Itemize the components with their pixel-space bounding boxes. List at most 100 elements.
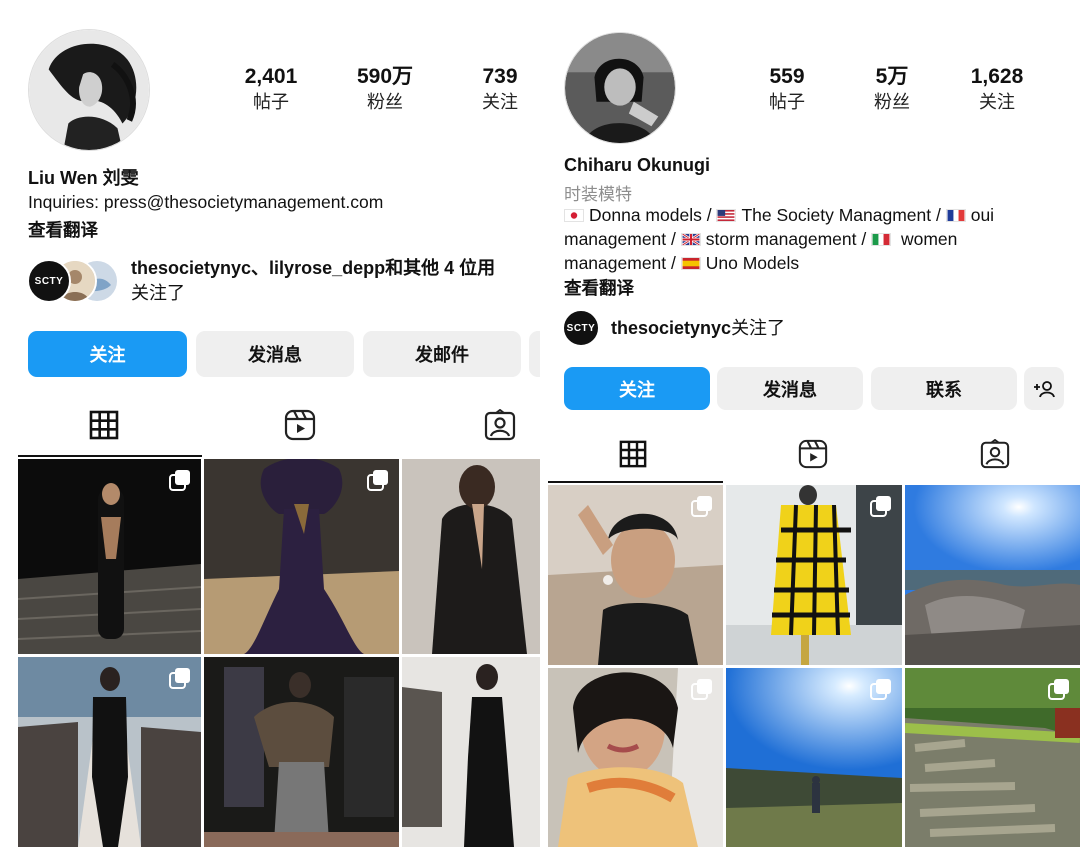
profile-avatar[interactable]	[564, 32, 676, 144]
profile-avatar[interactable]	[28, 29, 150, 151]
followed-by-text[interactable]: thesocietynyc、lilyrose_depp和其他 4 位用 关注了	[131, 256, 495, 306]
followed-by-line2: 关注了	[131, 283, 185, 303]
france-flag-icon	[945, 209, 966, 222]
grid-post[interactable]	[204, 459, 399, 654]
followers-count: 590万	[356, 65, 414, 88]
bio-agency-women-cont: management /	[564, 253, 681, 273]
bio-agency-society: The Society Managment /	[741, 205, 946, 225]
right-profile-panel: 559 帖子 5万 粉丝 1,628 关注 Chiharu Okunugi 时装…	[548, 0, 1080, 864]
posts-label: 帖子	[769, 92, 805, 112]
spain-flag-icon	[680, 257, 701, 270]
posts-stat[interactable]: 2,401 帖子	[216, 64, 326, 114]
followed-by-suffix: 关注了	[731, 318, 786, 338]
multi-image-icon	[870, 679, 891, 700]
grid-icon	[619, 440, 647, 468]
bio-agency-women: women	[896, 229, 958, 249]
profile-bio: Inquiries: press@thesocietymanagement.co…	[28, 190, 383, 214]
scty-avatar: SCTY	[27, 259, 71, 303]
tab-reels[interactable]	[214, 403, 386, 447]
bio-line: Donna models / The Society Managment / o…	[564, 203, 994, 227]
following-stat[interactable]: 1,628 关注	[942, 64, 1052, 114]
active-tab-indicator	[18, 455, 202, 457]
posts-stat[interactable]: 559 帖子	[732, 64, 842, 114]
followers-label: 粉丝	[874, 92, 910, 112]
following-stat[interactable]: 739 关注	[445, 64, 540, 114]
multi-image-icon	[169, 470, 190, 491]
tab-posts-grid[interactable]	[548, 434, 718, 474]
followers-count: 5万	[875, 65, 909, 88]
grid-post[interactable]	[548, 485, 723, 665]
italy-flag-icon	[871, 233, 892, 246]
grid-post[interactable]	[18, 459, 201, 654]
profile-name: Liu Wen 刘雯	[28, 168, 139, 188]
follow-button[interactable]: 关注	[564, 367, 710, 410]
grid-post[interactable]	[402, 657, 540, 847]
bio-line: management / storm management / women	[564, 227, 994, 251]
following-count: 739	[482, 65, 518, 88]
followed-by-user: thesocietynyc	[611, 318, 732, 338]
see-translation-link[interactable]: 查看翻译	[28, 217, 98, 242]
bio-agency-oui-cont: management /	[564, 229, 681, 249]
followed-by-users: thesocietynyc、lilyrose_depp	[131, 258, 386, 278]
tab-tagged[interactable]	[910, 434, 1080, 474]
posts-count: 2,401	[244, 65, 298, 88]
multi-image-icon	[169, 668, 190, 689]
usa-flag-icon	[716, 209, 737, 222]
following-label: 关注	[979, 92, 1015, 112]
bio-line: management / Uno Models	[564, 251, 994, 275]
bio-agency-oui: oui	[970, 205, 995, 225]
post-image	[402, 459, 540, 654]
more-button[interactable]	[529, 331, 540, 377]
followed-by-avatars[interactable]: SCTY	[562, 309, 602, 353]
message-button[interactable]: 发消息	[196, 331, 354, 377]
grid-post[interactable]	[726, 485, 902, 665]
left-profile-panel: 2,401 帖子 590万 粉丝 739 关注 Liu Wen 刘雯 Inqui…	[0, 0, 540, 864]
japan-flag-icon	[564, 209, 584, 222]
post-image	[402, 657, 540, 847]
grid-post[interactable]	[18, 657, 201, 847]
multi-image-icon	[870, 496, 891, 517]
grid-post[interactable]	[905, 485, 1080, 665]
posts-count: 559	[769, 65, 805, 88]
message-button[interactable]: 发消息	[717, 367, 863, 410]
tagged-icon	[980, 439, 1010, 469]
followers-stat[interactable]: 590万 粉丝	[330, 64, 440, 114]
profile-name: Chiharu Okunugi	[564, 155, 710, 175]
bio-line: Inquiries: press@thesocietymanagement.co…	[28, 192, 384, 212]
contact-button[interactable]: 联系	[871, 367, 1017, 410]
tab-posts-grid[interactable]	[18, 403, 190, 447]
profile-bio: Donna models / The Society Managment / o…	[564, 203, 994, 275]
multi-image-icon	[367, 470, 388, 491]
scty-avatar: SCTY	[562, 309, 600, 347]
posts-label: 帖子	[253, 92, 289, 112]
grid-post[interactable]	[548, 668, 723, 847]
bio-agency-storm: storm management /	[705, 229, 872, 249]
grid-post[interactable]	[726, 668, 902, 847]
grid-post[interactable]	[402, 459, 540, 654]
add-person-icon	[1034, 380, 1055, 397]
bio-agency-donna: Donna models /	[589, 205, 717, 225]
grid-post[interactable]	[204, 657, 399, 847]
profile-photo	[565, 33, 675, 143]
grid-post[interactable]	[905, 668, 1080, 847]
email-button[interactable]: 发邮件	[363, 331, 521, 377]
post-image	[204, 657, 399, 847]
followed-by-suffix: 和其他 4 位用	[385, 258, 496, 278]
followed-by-text[interactable]: thesocietynyc关注了	[611, 316, 785, 341]
tab-tagged[interactable]	[414, 403, 540, 447]
multi-image-icon	[691, 679, 712, 700]
following-label: 关注	[482, 92, 518, 112]
see-translation-link[interactable]: 查看翻译	[564, 275, 634, 300]
uk-flag-icon	[680, 233, 701, 246]
tab-reels[interactable]	[728, 434, 898, 474]
followers-stat[interactable]: 5万 粉丝	[837, 64, 947, 114]
followers-label: 粉丝	[367, 92, 403, 112]
multi-image-icon	[1048, 679, 1069, 700]
suggest-people-button[interactable]	[1024, 367, 1064, 410]
profile-category: 时装模特	[564, 185, 632, 204]
active-tab-indicator	[548, 481, 723, 483]
follow-button[interactable]: 关注	[28, 331, 187, 377]
followed-by-avatars[interactable]: SCTY	[27, 259, 123, 303]
following-count: 1,628	[970, 65, 1024, 88]
tagged-icon	[484, 409, 516, 441]
